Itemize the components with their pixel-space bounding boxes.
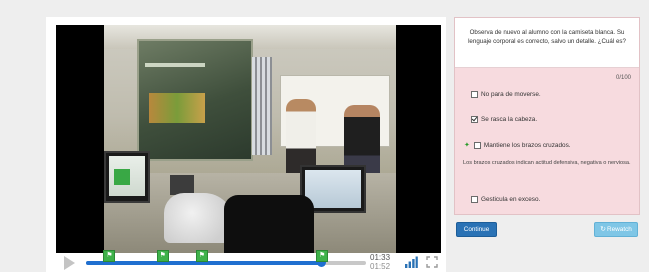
chapter-marker-3[interactable]: ⚑ bbox=[195, 250, 208, 262]
fullscreen-icon[interactable] bbox=[426, 256, 438, 268]
video-player: ⚑ ⚑ ⚑ ⚑ 01:33 01:52 bbox=[46, 17, 446, 272]
time-display: 01:33 01:52 bbox=[370, 253, 400, 271]
option-3[interactable]: ✦ Mantiene los brazos cruzados. bbox=[464, 141, 571, 149]
option-label: No para de moverse. bbox=[481, 91, 541, 98]
question-prompt: Observa de nuevo al alumno con la camise… bbox=[455, 18, 639, 68]
option-2[interactable]: Se rasca la cabeza. bbox=[471, 116, 537, 123]
classroom-video-still bbox=[104, 25, 396, 253]
feedback-text: Los brazos cruzados indican actitud defe… bbox=[463, 160, 631, 166]
chapter-marker-1[interactable]: ⚑ bbox=[103, 250, 116, 262]
score: 0/100 bbox=[615, 75, 631, 81]
video-frame[interactable] bbox=[56, 25, 441, 253]
rewatch-label: Rewatch bbox=[607, 226, 632, 233]
option-label: Gesticula en exceso. bbox=[481, 196, 541, 203]
continue-button[interactable]: Continue bbox=[456, 222, 497, 237]
checkbox-icon[interactable] bbox=[471, 91, 478, 98]
rewind-icon: ↻ bbox=[600, 226, 606, 233]
chapter-marker-4[interactable]: ⚑ bbox=[316, 250, 329, 262]
rewatch-button[interactable]: ↻Rewatch bbox=[594, 222, 638, 237]
play-icon[interactable] bbox=[64, 256, 75, 270]
option-label: Mantiene los brazos cruzados. bbox=[483, 141, 571, 149]
checkbox-icon[interactable] bbox=[471, 196, 478, 203]
selected-arrow-icon: ✦ bbox=[464, 142, 470, 149]
question-panel: Observa de nuevo al alumno con la camise… bbox=[454, 17, 640, 215]
option-label: Se rasca la cabeza. bbox=[481, 116, 538, 123]
progress-track[interactable]: ⚑ ⚑ ⚑ ⚑ bbox=[86, 250, 366, 267]
chapter-marker-2[interactable]: ⚑ bbox=[156, 250, 169, 262]
duration: 01:52 bbox=[370, 262, 391, 271]
option-4[interactable]: Gesticula en exceso. bbox=[471, 196, 540, 203]
option-1[interactable]: No para de moverse. bbox=[471, 91, 541, 98]
volume-bars-icon[interactable] bbox=[404, 255, 418, 269]
interactive-video-lesson: ⚑ ⚑ ⚑ ⚑ 01:33 01:52 Observa de nuevo al alu… bbox=[0, 0, 649, 272]
video-controls: ⚑ ⚑ ⚑ ⚑ 01:33 01:52 bbox=[56, 250, 441, 272]
checkbox-checked-icon[interactable] bbox=[471, 116, 478, 123]
current-time: 01:33 bbox=[370, 253, 391, 262]
checkbox-icon[interactable] bbox=[473, 141, 481, 149]
